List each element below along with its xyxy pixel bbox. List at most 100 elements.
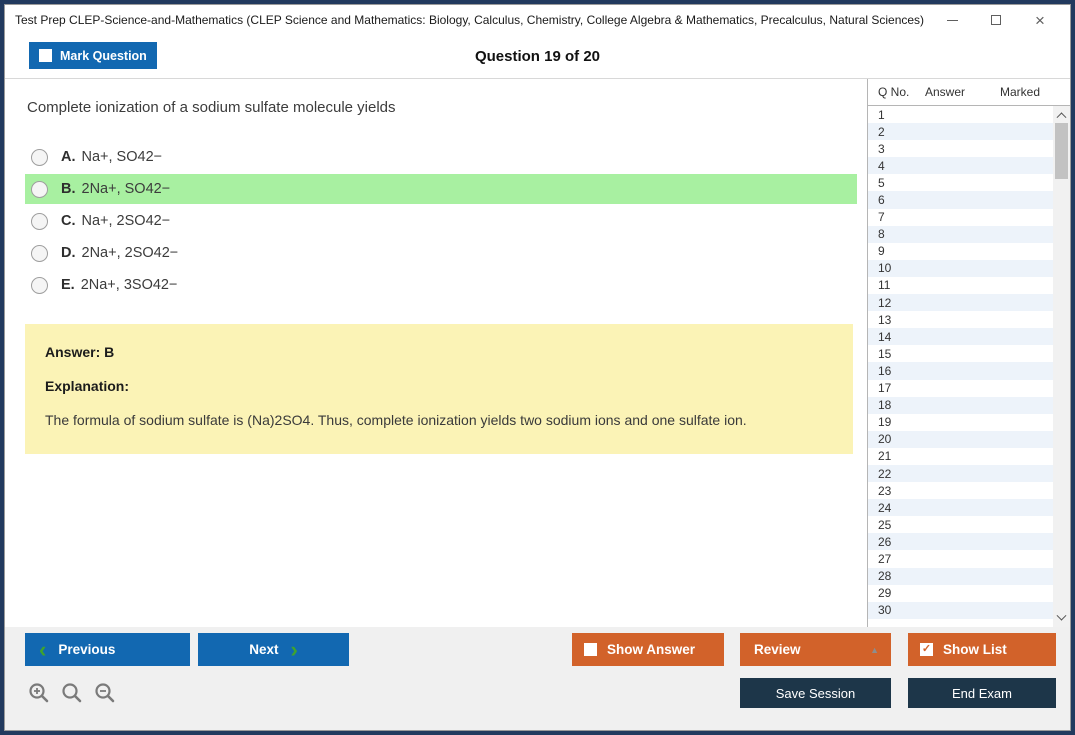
question-list-row[interactable]: 30 — [868, 602, 1053, 619]
question-list-row[interactable]: 14 — [868, 328, 1053, 345]
question-list-row[interactable]: 11 — [868, 277, 1053, 294]
maximize-icon — [991, 15, 1001, 25]
question-list-row[interactable]: 3 — [868, 140, 1053, 157]
column-header-marked: Marked — [1000, 85, 1070, 99]
question-list-body: 1 2 3 4 — [868, 106, 1070, 627]
explanation-label: Explanation: — [45, 378, 833, 394]
question-list-row[interactable]: 9 — [868, 243, 1053, 260]
question-list-rows: 1 2 3 4 — [868, 106, 1053, 619]
question-list-row[interactable]: 5 — [868, 174, 1053, 191]
radio-button-icon[interactable] — [31, 149, 48, 166]
row-question-number: 20 — [868, 432, 925, 446]
question-text: Complete ionization of a sodium sulfate … — [27, 99, 867, 116]
question-list-row[interactable]: 13 — [868, 311, 1053, 328]
mark-question-button[interactable]: Mark Question — [29, 42, 157, 69]
maximize-button[interactable] — [974, 7, 1018, 33]
question-counter: Question 19 of 20 — [19, 48, 1056, 65]
row-question-number: 7 — [868, 210, 925, 224]
question-list-row[interactable]: 7 — [868, 209, 1053, 226]
window-title: Test Prep CLEP-Science-and-Mathematics (… — [15, 13, 930, 27]
radio-button-icon[interactable] — [31, 277, 48, 294]
show-answer-button[interactable]: Show Answer — [572, 633, 724, 666]
question-list-row[interactable]: 19 — [868, 414, 1053, 431]
zoom-in-icon[interactable] — [27, 681, 51, 705]
radio-button-icon[interactable] — [31, 245, 48, 262]
row-question-number: 28 — [868, 569, 925, 583]
row-question-number: 12 — [868, 296, 925, 310]
row-question-number: 30 — [868, 603, 925, 617]
zoom-reset-icon[interactable] — [60, 681, 84, 705]
show-answer-checkbox[interactable] — [584, 643, 597, 656]
save-session-button[interactable]: Save Session — [740, 678, 891, 708]
question-list-row[interactable]: 12 — [868, 294, 1053, 311]
row-question-number: 6 — [868, 193, 925, 207]
zoom-controls — [27, 681, 117, 705]
show-list-checkbox[interactable]: ✓ — [920, 643, 933, 656]
radio-button-icon[interactable] — [31, 181, 48, 198]
option-letter: A. — [61, 149, 76, 165]
review-label: Review — [754, 642, 801, 657]
row-question-number: 9 — [868, 244, 925, 258]
scrollbar-thumb[interactable] — [1055, 123, 1068, 179]
content-area: Complete ionization of a sodium sulfate … — [5, 79, 1070, 627]
answer-option[interactable]: A. Na+, SO42− — [25, 142, 857, 172]
question-list-row[interactable]: 25 — [868, 516, 1053, 533]
row-question-number: 23 — [868, 484, 925, 498]
row-question-number: 5 — [868, 176, 925, 190]
question-list-row[interactable]: 15 — [868, 345, 1053, 362]
question-list-row[interactable]: 21 — [868, 448, 1053, 465]
question-list-row[interactable]: 4 — [868, 157, 1053, 174]
question-list-row[interactable]: 20 — [868, 431, 1053, 448]
answer-option[interactable]: D. 2Na+, 2SO42− — [25, 238, 857, 268]
question-list-row[interactable]: 16 — [868, 362, 1053, 379]
options-list: A. Na+, SO42− B. 2Na+, SO42− C. Na+, 2SO… — [5, 142, 867, 300]
row-question-number: 10 — [868, 261, 925, 275]
end-exam-label: End Exam — [952, 686, 1012, 701]
row-question-number: 19 — [868, 415, 925, 429]
row-question-number: 2 — [868, 125, 925, 139]
list-scrollbar[interactable] — [1053, 106, 1070, 627]
column-header-qno: Q No. — [868, 85, 925, 99]
question-list-row[interactable]: 28 — [868, 568, 1053, 585]
end-exam-button[interactable]: End Exam — [908, 678, 1056, 708]
show-list-button[interactable]: ✓ Show List — [908, 633, 1056, 666]
close-button[interactable]: × — [1018, 7, 1062, 33]
question-list-row[interactable]: 22 — [868, 465, 1053, 482]
question-list-row[interactable]: 1 — [868, 106, 1053, 123]
scroll-up-button[interactable] — [1053, 106, 1070, 123]
question-list-row[interactable]: 27 — [868, 550, 1053, 567]
review-button[interactable]: Review ▲ — [740, 633, 891, 666]
caret-up-icon: ▲ — [870, 645, 879, 655]
question-list-row[interactable]: 10 — [868, 260, 1053, 277]
answer-option[interactable]: C. Na+, 2SO42− — [25, 206, 857, 236]
show-answer-label: Show Answer — [607, 642, 695, 657]
question-list-header: Q No. Answer Marked — [868, 79, 1070, 106]
row-question-number: 3 — [868, 142, 925, 156]
previous-button[interactable]: ‹ Previous — [25, 633, 190, 666]
scroll-down-button[interactable] — [1053, 610, 1070, 627]
answer-option[interactable]: E. 2Na+, 3SO42− — [25, 270, 857, 300]
window-controls: × — [930, 7, 1062, 33]
option-text: Na+, SO42− — [82, 149, 163, 165]
chevron-left-icon: ‹ — [39, 641, 46, 659]
question-list-row[interactable]: 6 — [868, 191, 1053, 208]
chevron-up-icon — [1057, 112, 1067, 122]
next-button[interactable]: Next › — [198, 633, 349, 666]
mark-question-checkbox[interactable] — [39, 49, 52, 62]
header-strip: Mark Question Question 19 of 20 — [5, 35, 1070, 79]
question-list-row[interactable]: 26 — [868, 533, 1053, 550]
question-list-row[interactable]: 23 — [868, 482, 1053, 499]
minimize-button[interactable] — [930, 7, 974, 33]
answer-option[interactable]: B. 2Na+, SO42− — [25, 174, 857, 204]
question-list-row[interactable]: 24 — [868, 499, 1053, 516]
zoom-out-icon[interactable] — [93, 681, 117, 705]
question-list-row[interactable]: 18 — [868, 397, 1053, 414]
question-list-row[interactable]: 17 — [868, 380, 1053, 397]
question-list-row[interactable]: 2 — [868, 123, 1053, 140]
question-list-row[interactable]: 29 — [868, 585, 1053, 602]
row-question-number: 22 — [868, 467, 925, 481]
row-question-number: 25 — [868, 518, 925, 532]
question-list-row[interactable]: 8 — [868, 226, 1053, 243]
radio-button-icon[interactable] — [31, 213, 48, 230]
mark-question-label: Mark Question — [60, 49, 147, 63]
